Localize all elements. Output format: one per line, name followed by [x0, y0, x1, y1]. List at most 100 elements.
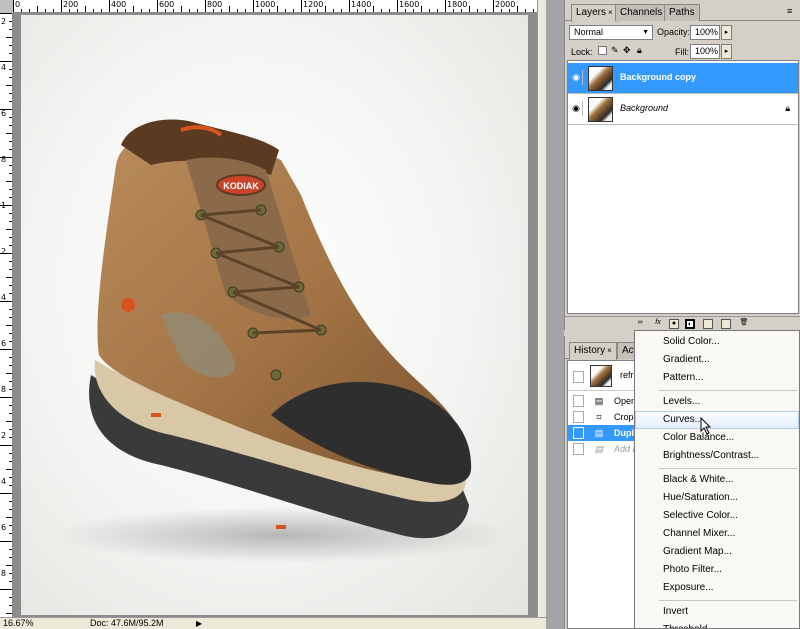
layers-list: ◉ Background copy ◉ Background 🔒︎ — [567, 60, 799, 314]
menu-separator — [659, 390, 797, 391]
ruler-tick — [429, 9, 430, 12]
history-source-box[interactable] — [573, 443, 584, 455]
ruler-tick — [6, 517, 12, 518]
menu-item-color-balance[interactable]: Color Balance... — [635, 429, 799, 447]
ruler-tick — [9, 381, 12, 382]
close-icon[interactable]: × — [607, 346, 612, 355]
ruler-tick — [53, 9, 54, 12]
menu-item-solid-color[interactable]: Solid Color... — [635, 333, 799, 351]
trash-icon[interactable]: 🗑︎ — [739, 319, 749, 329]
menu-item-photo-filter[interactable]: Photo Filter... — [635, 561, 799, 579]
history-state-marker-icon[interactable] — [573, 427, 584, 439]
blend-mode-select[interactable]: Normal ▼ — [569, 25, 653, 40]
boot-image: KODIAK — [51, 119, 511, 563]
ruler-tick — [157, 0, 158, 12]
menu-item-channel-mixer[interactable]: Channel Mixer... — [635, 525, 799, 543]
ruler-tick — [0, 445, 12, 446]
link-icon[interactable]: ∞ — [635, 319, 645, 329]
ruler-label: 2 — [1, 17, 7, 26]
menu-item-black-white[interactable]: Black & White... — [635, 471, 799, 489]
zoom-level[interactable]: 16.67% — [3, 618, 34, 629]
menu-item-invert[interactable]: Invert — [635, 603, 799, 621]
menu-item-levels[interactable]: Levels... — [635, 393, 799, 411]
menu-item-exposure[interactable]: Exposure... — [635, 579, 799, 597]
opacity-slider-button[interactable]: ▸ — [721, 25, 732, 40]
lock-image-icon[interactable]: ✎ — [611, 45, 619, 56]
layer-icon: ▤ — [594, 444, 604, 454]
menu-item-threshold[interactable]: Threshold — [635, 621, 799, 628]
ruler-tick — [285, 9, 286, 12]
ruler-label: 8 — [1, 385, 7, 394]
tab-channels[interactable]: Channels — [615, 4, 668, 21]
ruler-tick — [6, 181, 12, 182]
ruler-tick — [453, 9, 454, 12]
vertical-ruler[interactable]: 2 4 6 8 1 2 4 6 8 2 4 6 8 — [0, 13, 13, 617]
ruler-tick — [0, 493, 12, 494]
ruler-tick — [317, 9, 318, 12]
lock-all-icon[interactable]: 🔒︎ — [637, 45, 642, 56]
tab-history[interactable]: History × — [569, 342, 617, 360]
fill-slider-button[interactable]: ▸ — [721, 44, 732, 59]
eye-icon[interactable]: ◉ — [570, 70, 583, 85]
eye-icon[interactable]: ◉ — [570, 101, 583, 116]
panel-menu-icon[interactable]: ≡ — [787, 6, 792, 16]
layer-row[interactable]: ◉ Background copy — [568, 63, 798, 94]
ruler-tick — [9, 213, 12, 214]
ruler-tick — [6, 613, 12, 614]
folder-icon[interactable] — [703, 319, 713, 329]
ruler-tick — [405, 9, 406, 12]
history-source-box[interactable] — [573, 411, 584, 423]
close-icon[interactable]: × — [608, 8, 613, 17]
menu-item-curves[interactable]: Curves... — [635, 411, 799, 429]
duplicate-icon: ▤ — [594, 428, 604, 438]
menu-item-gradient[interactable]: Gradient... — [635, 351, 799, 369]
mask-icon[interactable]: ● — [669, 319, 679, 329]
vertical-scrollbar[interactable] — [537, 0, 546, 617]
adjustment-layer-icon[interactable]: ◐ — [685, 319, 695, 329]
menu-item-selective-color[interactable]: Selective Color... — [635, 507, 799, 525]
lock-transparent-icon[interactable] — [598, 46, 607, 55]
layer-row[interactable]: ◉ Background 🔒︎ — [568, 94, 798, 125]
fill-input[interactable]: 100% — [690, 44, 720, 59]
menu-item-hue-saturation[interactable]: Hue/Saturation... — [635, 489, 799, 507]
ruler-tick — [197, 9, 198, 12]
ruler-label: 1200 — [303, 0, 324, 9]
ruler-tick — [205, 0, 206, 12]
tab-paths[interactable]: Paths — [664, 4, 700, 21]
fx-icon[interactable]: fx — [653, 319, 663, 329]
ruler-tick — [9, 581, 12, 582]
document-image[interactable]: KODIAK — [21, 15, 528, 615]
ruler-tick — [9, 125, 12, 126]
ruler-tick — [0, 541, 12, 542]
ruler-label: 6 — [1, 109, 7, 118]
ruler-tick — [9, 53, 12, 54]
ruler-tick — [9, 117, 12, 118]
ruler-tick — [189, 9, 190, 12]
ruler-tick — [9, 333, 12, 334]
history-source-box[interactable] — [573, 395, 584, 407]
lock-label: Lock: — [571, 47, 593, 57]
ruler-tick — [9, 341, 12, 342]
menu-item-brightness-contrast[interactable]: Brightness/Contrast... — [635, 447, 799, 465]
new-layer-icon[interactable] — [721, 319, 731, 329]
lock-position-icon[interactable]: ✥ — [623, 45, 631, 56]
tab-layers[interactable]: Layers × — [571, 4, 618, 22]
ruler-label: 6 — [1, 339, 7, 348]
menu-item-gradient-map[interactable]: Gradient Map... — [635, 543, 799, 561]
ruler-tick — [389, 9, 390, 12]
ruler-label: 400 — [111, 0, 127, 9]
snapshot-source-icon[interactable] — [573, 371, 584, 383]
ruler-tick — [9, 77, 12, 78]
ruler-tick — [9, 237, 12, 238]
opacity-input[interactable]: 100% — [690, 25, 720, 40]
ruler-tick — [0, 397, 12, 398]
canvas-area[interactable]: KODIAK — [13, 13, 537, 617]
layer-thumbnail — [588, 97, 613, 122]
ruler-tick — [101, 9, 102, 12]
ruler-tick — [6, 133, 12, 134]
status-menu-arrow-icon[interactable]: ▶ — [196, 618, 202, 629]
horizontal-ruler[interactable]: 0200400600800100012001400160018002000220… — [13, 0, 537, 13]
doc-size: Doc: 47.6M/95.2M — [90, 618, 164, 628]
ruler-tick — [9, 21, 12, 22]
menu-item-pattern[interactable]: Pattern... — [635, 369, 799, 387]
